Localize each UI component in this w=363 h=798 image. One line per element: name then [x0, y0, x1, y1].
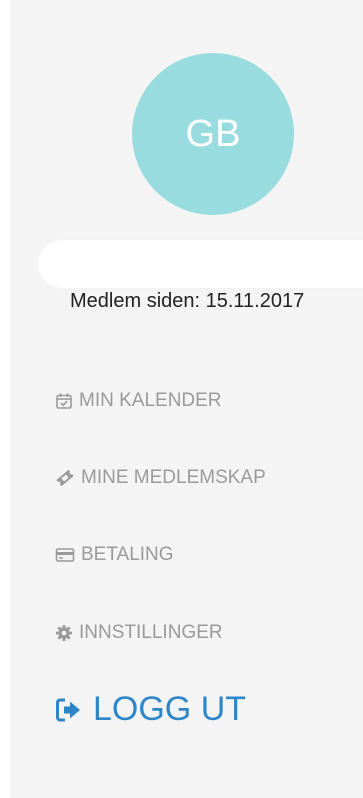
logout-link[interactable]: LOGG UT — [55, 690, 246, 729]
nav-item-mine-medlemskap[interactable]: MINE MEDLEMSKAP — [55, 467, 266, 489]
nav-item-innstillinger[interactable]: INNSTILLINGER — [55, 622, 223, 644]
calendar-check-icon — [56, 393, 72, 409]
sign-out-icon — [56, 698, 80, 721]
logout-label: LOGG UT — [93, 690, 247, 728]
nav-item-betaling[interactable]: BETALING — [55, 544, 174, 566]
avatar: GB — [132, 53, 294, 215]
gear-icon — [56, 625, 72, 641]
user-name-field — [38, 240, 363, 288]
profile-sidebar: GB Medlem siden: 15.11.2017 MIN KALENDER… — [10, 0, 363, 798]
nav-item-label: INNSTILLINGER — [79, 622, 223, 643]
nav-item-min-kalender[interactable]: MIN KALENDER — [55, 390, 222, 412]
nav-item-label: BETALING — [81, 544, 174, 565]
credit-card-icon — [55, 548, 75, 562]
ticket-icon — [56, 469, 74, 487]
avatar-initials: GB — [185, 112, 241, 155]
nav-item-label: MIN KALENDER — [79, 390, 222, 411]
nav-item-label: MINE MEDLEMSKAP — [81, 467, 266, 488]
member-since-text: Medlem siden: 15.11.2017 — [70, 290, 305, 312]
